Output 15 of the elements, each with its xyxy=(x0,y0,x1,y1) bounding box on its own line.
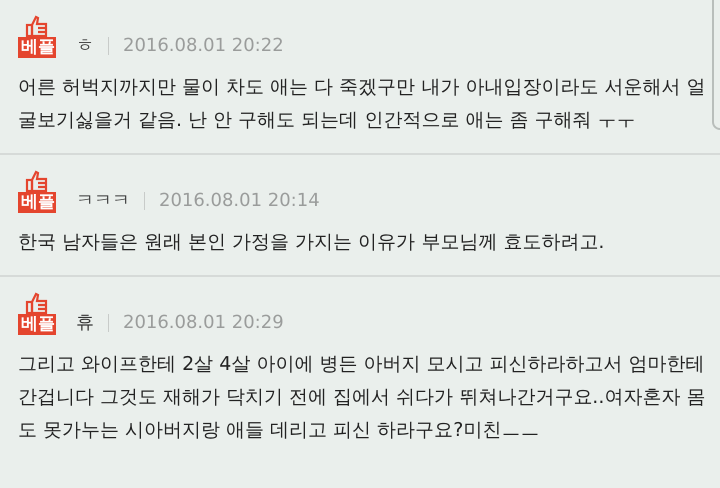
comment-date: 2016.08.01 20:29 xyxy=(123,311,284,335)
comment-date: 2016.08.01 20:14 xyxy=(159,189,320,213)
comment-text: 어른 허벅지까지만 물이 차도 애는 다 죽겠구만 내가 아내입장이라도 서운해서 얼굴보기싫을거 같음. 난 안 구해도 되는데 인간적으로 애는 좀 구해줘 ㅜㅜ xyxy=(18,75,706,133)
thumbs-up-icon xyxy=(25,170,49,192)
comment-text: 한국 남자들은 원래 본인 가정을 가지는 이유가 부모님께 효도하려고. xyxy=(18,230,606,255)
thumbs-up-icon xyxy=(25,15,49,37)
comment-text: 그리고 와이프한테 2살 4살 아이에 병든 아버지 모시고 피신하라하고서 엄마한테 간겁니다 그것도 재해가 닥치기 전에 집에서 쉬다가 뛰쳐나간거구요..여자혼자 몸도 못가누는 시아버지랑 애들 데리고 피신 하라구요?미친ㅡㅡ xyxy=(18,352,706,443)
author-name: ㅎ xyxy=(76,34,94,58)
author-name: 휴 xyxy=(76,311,94,335)
best-badge: 베플 xyxy=(18,192,56,213)
comment-date: 2016.08.01 20:22 xyxy=(123,34,284,58)
best-badge: 베플 xyxy=(18,37,56,58)
best-badge: 베플 xyxy=(18,314,56,335)
thumbs-up-icon xyxy=(25,292,49,314)
author-name: ㅋㅋㅋ xyxy=(76,189,130,213)
